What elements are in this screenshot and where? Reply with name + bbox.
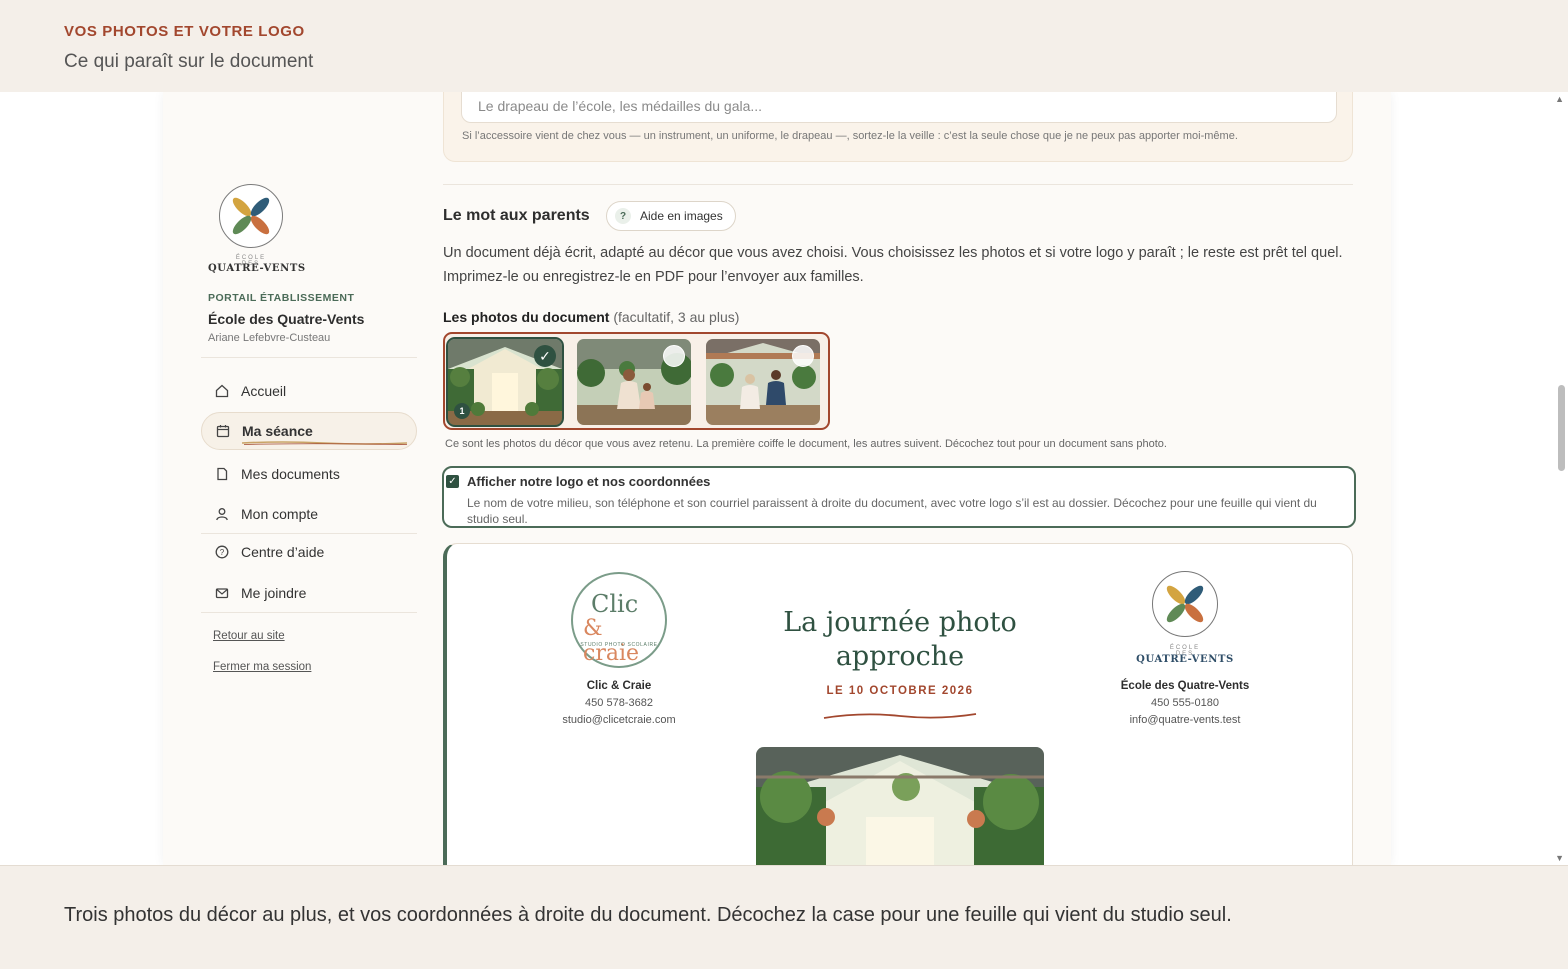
studio-contact: Clic & Craie 450 578-3682 studio@clicetc… — [539, 678, 699, 729]
school-logo-name: QUATRE-VENTS — [1136, 654, 1234, 665]
studio-phone: 450 578-3682 — [585, 697, 653, 709]
unselected-circle-icon — [663, 345, 685, 367]
studio-logo-line3: STUDIO PHOTO SCOLAIRE — [580, 642, 658, 648]
accessory-box: Le drapeau de l’école, les médailles du … — [443, 92, 1353, 162]
bottom-caption: Trois photos du décor au plus, et vos co… — [64, 904, 1232, 926]
page-scrollbar[interactable]: ▲ ▼ — [1550, 92, 1568, 865]
document-title: La journée photo approche — [783, 607, 1017, 672]
logo-option-description: Le nom de votre milieu, son téléphone et… — [467, 496, 1317, 526]
studio-logo-line2: & craie — [583, 616, 640, 666]
user-icon — [215, 507, 229, 521]
sidebar-item-me-joindre[interactable]: Me joindre — [201, 574, 417, 612]
document-date: LE 10 OCTOBRE 2026 — [826, 685, 974, 697]
photo-option-3[interactable] — [706, 339, 820, 425]
title-swash — [823, 713, 977, 719]
school-logo-icon — [1152, 571, 1218, 637]
sidebar-divider — [201, 612, 417, 613]
sidebar-item-label: Mon compte — [241, 506, 319, 522]
studio-logo-line1: Clic — [591, 590, 639, 618]
school-email: info@quatre-vents.test — [1129, 714, 1241, 726]
unselected-circle-icon — [792, 345, 814, 367]
back-to-site-link[interactable]: Retour au site — [213, 630, 285, 642]
sidebar-item-label: Centre d’aide — [241, 544, 325, 560]
sidebar-divider — [201, 357, 417, 358]
logout-link[interactable]: Fermer ma session — [213, 661, 311, 673]
document-preview: Clic & craie STUDIO PHOTO SCOLAIRE Clic … — [443, 543, 1353, 865]
logo-option-title: Afficher notre logo et nos coordonnées — [467, 474, 711, 489]
photo-option-2[interactable] — [577, 339, 691, 425]
photos-title-label: Les photos du document — [443, 309, 610, 325]
photos-hint: Ce sont les photos du décor que vous ave… — [445, 438, 1167, 450]
active-underline — [242, 441, 407, 445]
accessory-input[interactable]: Le drapeau de l’école, les médailles du … — [461, 92, 1337, 123]
sidebar-item-label: Ma séance — [242, 423, 313, 439]
studio-logo: Clic & craie STUDIO PHOTO SCOLAIRE — [571, 572, 667, 668]
portal-label: PORTAIL ÉTABLISSEMENT — [208, 292, 355, 304]
sidebar-item-centre-aide[interactable]: ? Centre d’aide — [201, 533, 417, 571]
sidebar-item-mon-compte[interactable]: Mon compte — [201, 495, 417, 533]
photos-title: Les photos du document (facultatif, 3 au… — [443, 309, 739, 325]
studio-name: Clic & Craie — [586, 680, 652, 692]
logo-checkbox[interactable]: ✓ — [446, 475, 459, 488]
accessory-hint: Si l’accessoire vient de chez vous — un … — [462, 130, 1238, 142]
sidebar-item-label: Accueil — [241, 383, 287, 399]
top-banner: VOS PHOTOS ET VOTRE LOGO Ce qui paraît s… — [0, 0, 1568, 92]
sidebar-item-label: Me joindre — [241, 585, 307, 601]
scrollbar-thumb[interactable] — [1558, 385, 1565, 471]
school-logo-icon — [219, 184, 283, 248]
section-title: Le mot aux parents — [443, 207, 590, 224]
school-phone: 450 555-0180 — [1151, 697, 1219, 709]
calendar-icon — [216, 424, 230, 438]
sidebar: ÉCOLE DES QUATRE-VENTS PORTAIL ÉTABLISSE… — [201, 92, 419, 865]
browser-viewport: ÉCOLE DES QUATRE-VENTS PORTAIL ÉTABLISSE… — [0, 92, 1568, 865]
sidebar-item-mes-documents[interactable]: Mes documents — [201, 455, 417, 493]
logo-option[interactable]: ✓ Afficher notre logo et nos coordonnées… — [442, 466, 1356, 528]
mail-icon — [215, 586, 229, 600]
sidebar-school-name: École des Quatre-Vents — [208, 311, 365, 327]
document-icon — [215, 467, 229, 481]
banner-kicker: VOS PHOTOS ET VOTRE LOGO — [64, 23, 305, 40]
photos-title-qualifier: (facultatif, 3 au plus) — [613, 309, 740, 325]
sidebar-item-ma-seance[interactable]: Ma séance — [201, 412, 417, 450]
school-contact: École des Quatre-Vents 450 555-0180 info… — [1105, 678, 1265, 729]
studio-email: studio@clicetcraie.com — [562, 714, 676, 726]
svg-text:?: ? — [220, 548, 225, 557]
section-divider — [443, 184, 1353, 185]
photo-option-1[interactable]: ✓ 1 — [446, 337, 564, 427]
main-content: Le drapeau de l’école, les médailles du … — [442, 92, 1356, 865]
section-intro: Un document déjà écrit, adapté au décor … — [443, 245, 1343, 285]
sidebar-user-name: Ariane Lefebvre-Custeau — [208, 332, 331, 344]
home-icon — [215, 384, 229, 398]
question-icon: ? — [615, 208, 631, 224]
school-name: École des Quatre-Vents — [1120, 680, 1250, 692]
help-images-button[interactable]: ? Aide en images — [606, 201, 736, 231]
checkmark-icon: ✓ — [534, 345, 556, 367]
bottom-banner: Trois photos du décor au plus, et vos co… — [0, 865, 1568, 969]
help-icon: ? — [215, 545, 229, 559]
sidebar-item-label: Mes documents — [241, 466, 340, 482]
photo-order-badge: 1 — [454, 403, 470, 419]
help-images-label: Aide en images — [640, 209, 723, 223]
scroll-up-icon[interactable]: ▲ — [1555, 94, 1564, 104]
banner-subtitle: Ce qui paraît sur le document — [64, 51, 314, 72]
document-photo — [756, 747, 1044, 865]
photo-picker: ✓ 1 — [443, 332, 830, 430]
sidebar-item-accueil[interactable]: Accueil — [201, 372, 417, 410]
scroll-down-icon[interactable]: ▼ — [1555, 853, 1564, 863]
portal-page: ÉCOLE DES QUATRE-VENTS PORTAIL ÉTABLISSE… — [163, 92, 1391, 865]
logo-name: QUATRE-VENTS — [208, 263, 306, 274]
